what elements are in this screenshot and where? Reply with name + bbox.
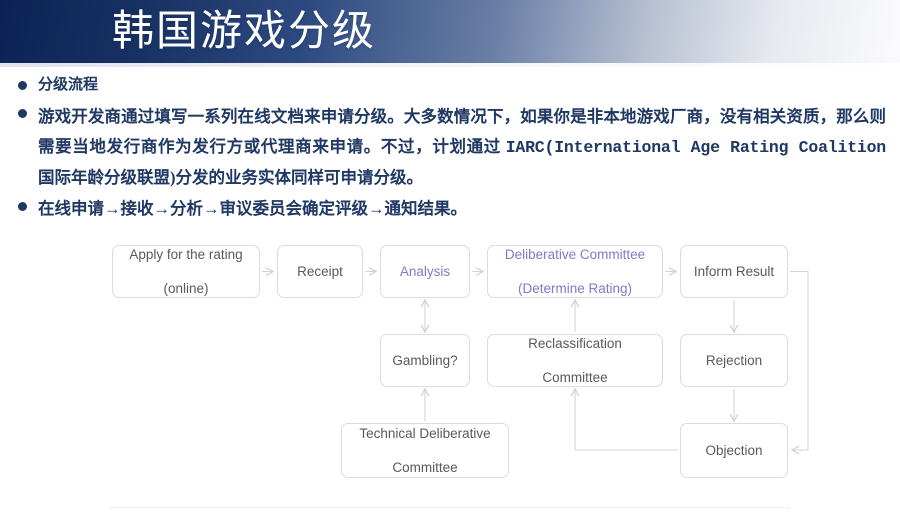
flow-node-apply[interactable]: Apply for the rating (online) [112,245,260,298]
bullet-item-description: 游戏开发商通过填写一系列在线文档来申请分级。大多数情况下，如果你是非本地游戏厂商… [8,102,886,193]
flow-node-reclass-line1: Reclassification [528,336,622,351]
edge-objection-reclass [570,387,678,451]
bullet-text-description: 游戏开发商通过填写一系列在线文档来申请分级。大多数情况下，如果你是非本地游戏厂商… [38,102,886,193]
flow-node-receipt-label: Receipt [297,264,343,279]
flow-node-inform-label: Inform Result [693,264,775,279]
flow-node-apply-line2: (online) [163,281,209,296]
bullet-item-process: 分级流程 [8,74,886,96]
flow-node-technical-line2: Committee [392,460,458,475]
bullet-text-process: 分级流程 [38,77,99,93]
flow-node-objection-label: Objection [705,443,763,458]
flow-node-rejection[interactable]: Rejection [680,334,788,387]
flow-node-delib-line2: (Determine Rating) [517,281,633,296]
flow-node-reclassification-committee[interactable]: Reclassification Committee [487,334,663,387]
flow-node-technical-line1: Technical Deliberative [359,426,491,441]
bullet-dot-icon [18,202,27,212]
flow-node-rejection-label: Rejection [705,353,763,368]
bullet-item-flow-summary: 在线申请→接收→分析→审议委员会确定评级→通知结果。 [8,195,886,223]
flow-node-inform-result[interactable]: Inform Result [680,245,788,298]
desc-part-mono: IARC(International Age Rating Coalition [505,138,887,157]
flow-node-delib-line1: Deliberative Committee [504,247,646,262]
flow-node-analysis-label: Analysis [399,264,451,279]
flow-node-objection[interactable]: Objection [680,423,788,478]
slide-body: 分级流程 游戏开发商通过填写一系列在线文档来申请分级。大多数情况下，如果你是非本… [0,66,900,223]
flow-node-reclass-line2: Committee [542,370,608,385]
flow-node-apply-line1: Apply for the rating [129,247,243,262]
desc-part-4: 分发的业务实体同样可申请分级。 [175,168,424,187]
bullet-text-flow-summary: 在线申请→接收→分析→审议委员会确定评级→通知结果。 [38,199,467,218]
edge-inform-objection [790,270,809,455]
flow-node-gambling-label: Gambling? [392,353,458,368]
flow-node-receipt[interactable]: Receipt [277,245,363,298]
bullet-dot-icon [18,81,27,91]
desc-part-3: 国际年龄分级联盟) [38,168,176,187]
page-title: 韩国游戏分级 [112,9,377,55]
flow-node-technical-deliberative-committee[interactable]: Technical Deliberative Committee [341,423,509,478]
flow-node-analysis[interactable]: Analysis [380,245,470,298]
footer-divider [110,507,790,508]
bullet-dot-icon [18,109,27,119]
flow-node-gambling[interactable]: Gambling? [380,334,470,387]
flow-node-deliberative-committee[interactable]: Deliberative Committee (Determine Rating) [487,245,663,298]
